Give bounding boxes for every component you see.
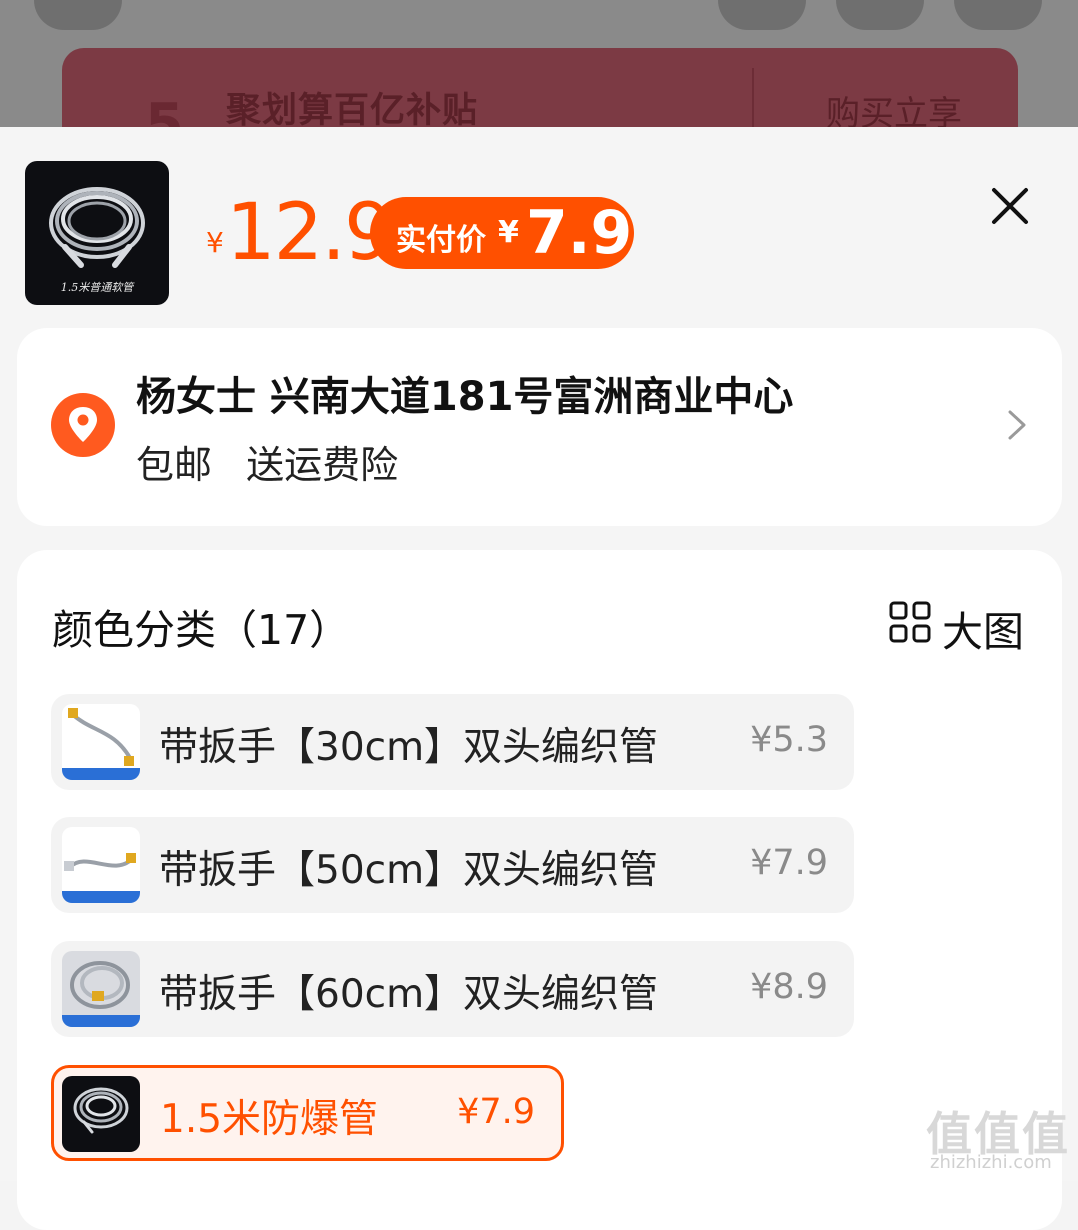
close-icon bbox=[992, 188, 1028, 224]
price-currency: ¥ bbox=[206, 226, 224, 259]
braided-hose-image bbox=[62, 708, 140, 780]
shipping-tags: 包邮 送运费险 bbox=[136, 434, 420, 489]
braided-hose-image bbox=[62, 853, 140, 903]
chevron-right-icon bbox=[1005, 408, 1029, 442]
sku-option-price: ¥5.3 bbox=[750, 720, 828, 760]
bg-back-icon bbox=[34, 0, 122, 30]
actual-pay-currency: ¥ bbox=[498, 215, 519, 250]
actual-pay-value: 7.9 bbox=[526, 198, 633, 268]
sku-option-thumb bbox=[62, 1076, 140, 1152]
location-pin-icon bbox=[51, 393, 115, 457]
price-value: 12.9 bbox=[226, 188, 394, 278]
address-card[interactable] bbox=[17, 328, 1062, 526]
free-shipping-tag: 包邮 bbox=[136, 443, 213, 487]
sku-option-thumb bbox=[62, 827, 140, 903]
product-thumb-caption: 1.5米普通软管 bbox=[60, 281, 134, 294]
sku-option-label: 1.5米防爆管 bbox=[160, 1097, 379, 1142]
return-insurance-tag: 送运费险 bbox=[246, 443, 399, 487]
sku-option-thumb bbox=[62, 704, 140, 780]
big-image-label: 大图 bbox=[942, 608, 1024, 656]
hose-coil-image bbox=[73, 1087, 129, 1134]
promo-number: 5 bbox=[145, 92, 184, 130]
watermark: 值值值 zhizhizhi.com bbox=[926, 1098, 1076, 1178]
promo-right-text: 购买立享 bbox=[826, 94, 962, 130]
sku-category-title: 颜色分类（17） bbox=[52, 606, 351, 654]
sku-option-price: ¥7.9 bbox=[750, 843, 828, 883]
product-thumbnail[interactable]: 1.5米普通软管 bbox=[25, 161, 169, 305]
watermark-url: zhizhizhi.com bbox=[930, 1152, 1052, 1173]
sku-option-selected[interactable]: 1.5米防爆管 ¥7.9 bbox=[51, 1065, 564, 1161]
bg-share-icon bbox=[718, 0, 806, 30]
sku-option-thumb bbox=[62, 951, 140, 1027]
sku-option-price: ¥8.9 bbox=[750, 967, 828, 1007]
actual-pay-label: 实付价 bbox=[396, 223, 486, 258]
address-name-line: 杨女士 兴南大道181号富洲商业中心 bbox=[136, 374, 794, 420]
actual-pay-badge: 实付价 ¥ 7.9 bbox=[370, 197, 634, 269]
grid-icon bbox=[889, 601, 931, 643]
sku-option[interactable]: 带扳手【50cm】双头编织管 ¥7.9 bbox=[51, 817, 854, 913]
sku-option-label: 带扳手【60cm】双头编织管 bbox=[159, 972, 659, 1017]
close-button[interactable] bbox=[986, 182, 1034, 230]
sku-option-label: 带扳手【50cm】双头编织管 bbox=[159, 848, 659, 893]
braided-hose-image bbox=[62, 961, 140, 1027]
bg-cart-icon bbox=[954, 0, 1042, 30]
promo-divider bbox=[752, 68, 754, 130]
sku-option-label: 带扳手【30cm】双头编织管 bbox=[159, 725, 659, 770]
bg-more-icon bbox=[836, 0, 924, 30]
promo-title: 聚划算百亿补贴 bbox=[226, 91, 479, 130]
background-page: 5 聚划算百亿补贴 购买立享 bbox=[0, 0, 1078, 130]
sku-option[interactable]: 带扳手【60cm】双头编织管 ¥8.9 bbox=[51, 941, 854, 1037]
sku-option[interactable]: 带扳手【30cm】双头编织管 ¥5.3 bbox=[51, 694, 854, 790]
sku-option-price: ¥7.9 bbox=[457, 1092, 535, 1132]
